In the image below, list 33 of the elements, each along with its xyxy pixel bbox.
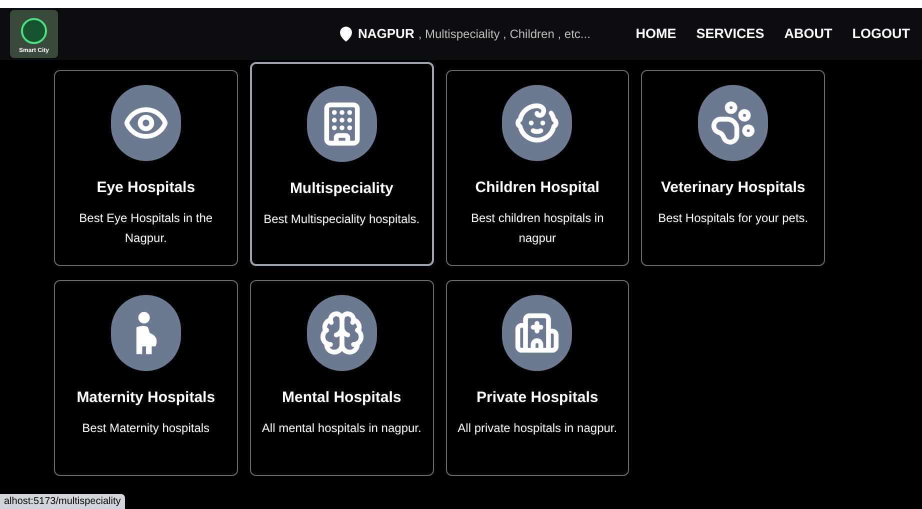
nav-link[interactable]: LOGOUT [852, 24, 910, 44]
card-description: Best Eye Hospitals in the Nagpur. [78, 210, 214, 246]
card-description: Best Hospitals for your pets. [657, 210, 810, 226]
card-description: All mental hospitals in nagpur. [262, 420, 422, 436]
category-card[interactable]: Veterinary Hospitals Best Hospitals for your pets. [641, 70, 825, 266]
card-title: Private Hospitals [476, 388, 598, 408]
card-title: Mental Hospitals [282, 388, 402, 408]
card-title: Children Hospital [475, 178, 600, 198]
card-description: Best Multispeciality hospitals. [262, 210, 421, 228]
card-description: All private hospitals in nagpur. [457, 420, 618, 436]
search-input[interactable]: , Multispeciality , Children , etc... [418, 25, 618, 43]
card-title: Maternity Hospitals [76, 388, 216, 408]
nav-link[interactable]: ABOUT [784, 24, 832, 44]
category-card[interactable]: Multispeciality Best Multispeciality hospitals. [250, 62, 434, 266]
card-title: Veterinary Hospitals [661, 178, 806, 198]
search-field[interactable]: NAGPUR , Multispeciality , Children , etc... [338, 24, 618, 44]
location-pin-icon [338, 26, 354, 42]
logo-emblem-icon [21, 18, 47, 44]
card-title: Multispeciality [290, 179, 394, 199]
category-card[interactable]: Private Hospitals All private hospitals in nagpur. [446, 280, 630, 476]
card-description: Best Maternity hospitals [81, 420, 211, 436]
category-card[interactable]: Children Hospital Best children hospitals in nagpur [446, 70, 630, 266]
nav-link[interactable]: HOME [636, 24, 676, 44]
location-label: NAGPUR [358, 25, 414, 44]
nav-link[interactable]: SERVICES [696, 24, 764, 44]
card-title: Eye Hospitals [96, 178, 196, 198]
category-card[interactable]: Eye Hospitals Best Eye Hospitals in the Nagpur. [54, 70, 238, 266]
category-card[interactable]: Maternity Hospitals Best Maternity hospitals [54, 280, 238, 476]
brain-icon [318, 310, 365, 356]
status-bar-url: alhost:5173/multispeciality [0, 494, 125, 509]
category-card[interactable]: Mental Hospitals All mental hospitals in nagpur. [250, 280, 434, 476]
paw-icon [710, 100, 756, 146]
card-description: Best children hospitals in nagpur [470, 210, 605, 246]
